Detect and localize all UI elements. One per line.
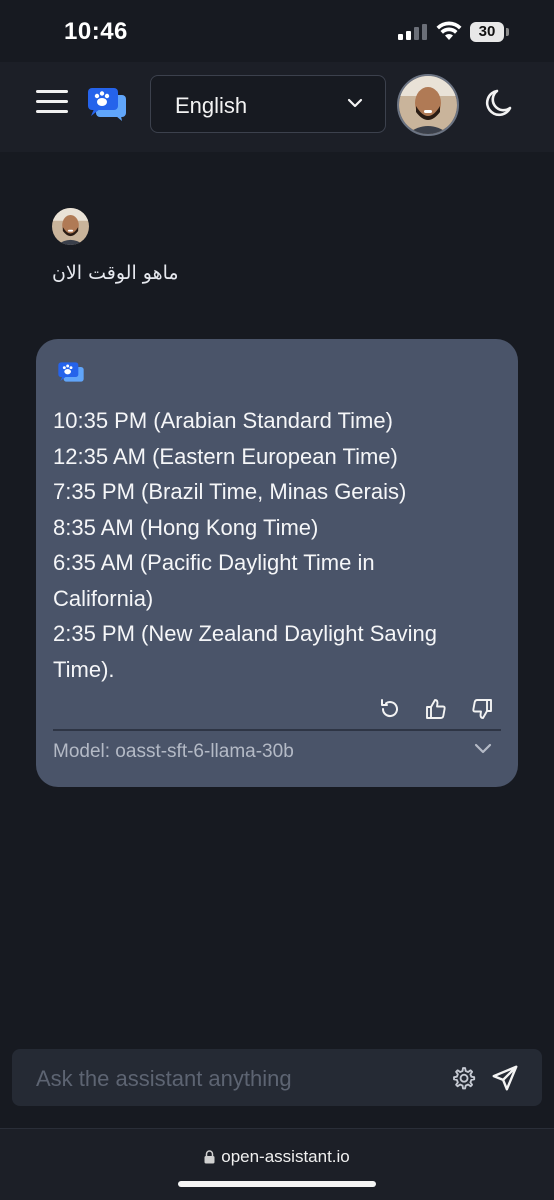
- battery-indicator: 30: [470, 22, 504, 42]
- send-icon[interactable]: [490, 1063, 520, 1093]
- answer-line: Time).: [53, 656, 115, 682]
- answer-line: 2:35 PM (New Zealand Daylight Saving: [53, 621, 437, 646]
- menu-button[interactable]: [36, 90, 70, 120]
- gear-icon[interactable]: [449, 1064, 477, 1092]
- answer-line: 7:35 PM (Brazil Time, Minas Gerais): [53, 479, 407, 504]
- card-divider: [53, 729, 501, 731]
- answer-line: California): [53, 585, 154, 611]
- chevron-down-icon[interactable]: [474, 743, 492, 755]
- message-actions: [378, 697, 494, 721]
- answer-line: 8:35 AM (Hong Kong Time): [53, 514, 319, 540]
- user-message-avatar: [52, 208, 89, 245]
- wifi-icon: [436, 21, 462, 40]
- url-container: open-assistant.io: [0, 1147, 554, 1167]
- home-indicator[interactable]: [178, 1181, 376, 1187]
- message-input[interactable]: [12, 1049, 458, 1108]
- refresh-icon[interactable]: [378, 697, 402, 721]
- language-select[interactable]: English: [150, 75, 386, 133]
- app-header: English: [0, 62, 554, 152]
- menu-icon: [36, 90, 70, 113]
- status-bar: 10:46 30: [0, 0, 554, 62]
- answer-line: 12:35 AM (Eastern European Time): [53, 443, 398, 469]
- url-text: open-assistant.io: [221, 1147, 350, 1166]
- logo-icon[interactable]: [86, 86, 128, 122]
- lock-icon: [204, 1150, 215, 1164]
- thumbs-up-icon[interactable]: [424, 697, 448, 721]
- signal-icon: [398, 24, 427, 40]
- assistant-logo-icon: [58, 362, 84, 382]
- battery-nub: [506, 28, 509, 36]
- language-value: English: [175, 93, 248, 118]
- battery-level: 30: [478, 23, 496, 40]
- moon-icon[interactable]: [484, 86, 518, 120]
- user-message-text: ماهو الوقت الان: [52, 262, 179, 284]
- status-time: 10:46: [64, 18, 128, 45]
- avatar: [52, 208, 89, 245]
- model-label: Model: oasst-sft-6-llama-30b: [53, 741, 294, 762]
- chevron-down-icon: [347, 98, 363, 108]
- answer-line: 10:35 PM (Arabian Standard Time): [53, 408, 393, 433]
- avatar: [399, 76, 457, 134]
- answer-line: 6:35 AM (Pacific Daylight Time in: [53, 550, 375, 575]
- thumbs-down-icon[interactable]: [470, 697, 494, 721]
- composer: [12, 1049, 542, 1108]
- assistant-message-text: 10:35 PM (Arabian Standard Time) 12:35 A…: [53, 403, 503, 687]
- app-screen: 10:46 30 English ماهو الوقت الان 10:35 P…: [0, 0, 554, 1200]
- assistant-message-card: 10:35 PM (Arabian Standard Time) 12:35 A…: [36, 339, 518, 787]
- user-avatar-button[interactable]: [397, 74, 459, 136]
- browser-url-bar[interactable]: open-assistant.io: [0, 1128, 554, 1200]
